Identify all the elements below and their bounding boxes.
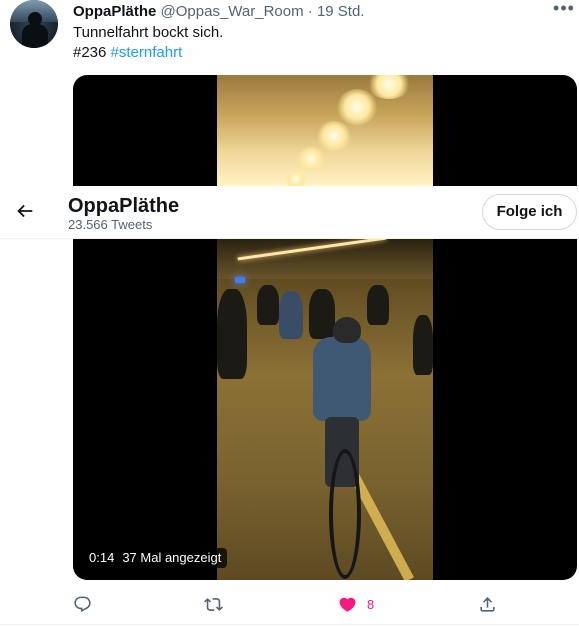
like-count: 8	[367, 596, 375, 612]
avatar[interactable]	[10, 0, 58, 48]
video-frame	[217, 239, 433, 580]
police-light	[235, 277, 245, 283]
heart-icon	[339, 597, 356, 612]
video-player[interactable]: 0:14 37 Mal angezeigt	[73, 75, 577, 580]
hashtag-236[interactable]: #236	[73, 44, 106, 61]
like-button[interactable]: 8	[338, 590, 374, 618]
reply-icon	[74, 596, 91, 612]
more-icon[interactable]: •••	[552, 0, 576, 20]
tweet-count: 23.566 Tweets	[68, 217, 153, 232]
tweet-header: OppaPläthe @Oppas_War_Room · 19 Std.	[73, 2, 364, 22]
profile-name: OppaPläthe	[68, 195, 180, 217]
author-name[interactable]: OppaPläthe	[73, 3, 156, 20]
hashtag-sternfahrt[interactable]: #sternfahrt	[111, 44, 183, 61]
video-info-badge: 0:14 37 Mal angezeigt	[83, 548, 228, 568]
tweet-hashtags: #236 #sternfahrt	[73, 43, 182, 63]
share-icon	[480, 596, 495, 612]
tweet-text: Tunnelfahrt bockt sich.	[73, 24, 224, 41]
meta-separator: ·	[303, 3, 317, 20]
retweet-button[interactable]	[204, 590, 223, 618]
tweet-time[interactable]: 19 Std.	[317, 3, 365, 20]
retweet-icon	[204, 597, 223, 611]
author-handle[interactable]: @Oppas_War_Room	[161, 3, 304, 20]
video-frame-top	[217, 75, 433, 189]
video-duration: 0:14	[89, 550, 115, 565]
back-arrow-icon[interactable]	[14, 200, 36, 222]
divider	[0, 624, 579, 625]
tweet: OppaPläthe @Oppas_War_Room · 19 Std. •••…	[0, 0, 579, 626]
video-views: 37 Mal angezeigt	[122, 550, 222, 565]
tweet-actions: 8	[0, 590, 579, 618]
share-button[interactable]	[478, 590, 497, 618]
profile-sticky-header: OppaPläthe 23.566 Tweets Folge ich	[0, 186, 579, 239]
reply-button[interactable]	[73, 590, 92, 618]
following-button[interactable]: Folge ich	[482, 194, 577, 230]
